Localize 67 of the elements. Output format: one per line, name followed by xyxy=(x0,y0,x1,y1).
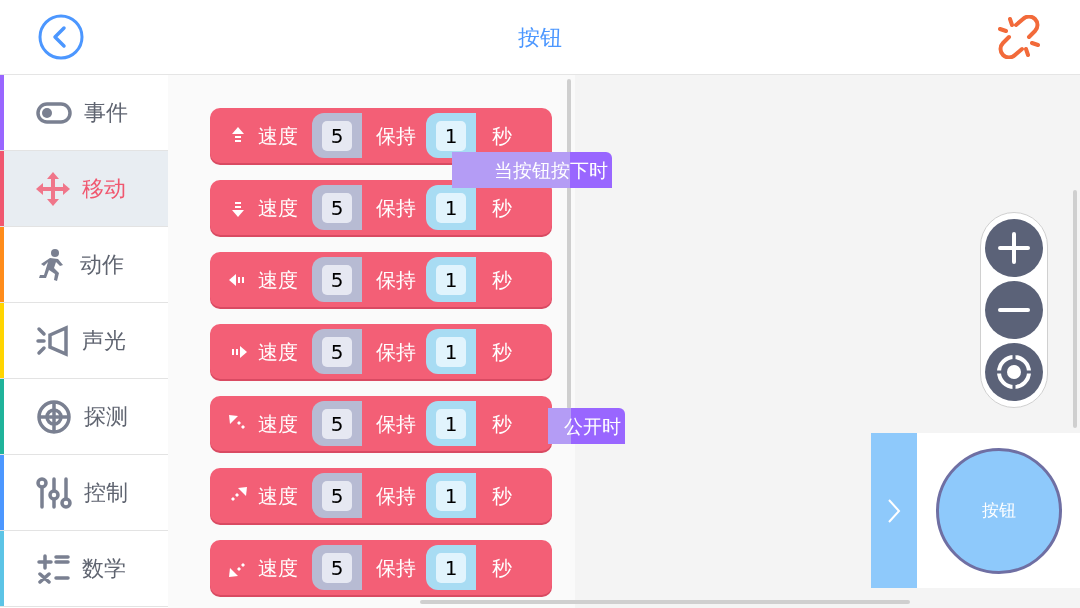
hold-label: 保持 xyxy=(376,194,416,222)
motion-block[interactable]: 速度 5 保持 1 秒 xyxy=(210,324,552,379)
seconds-label: 秒 xyxy=(492,122,512,150)
toggle-icon xyxy=(36,100,72,125)
speed-label: 速度 xyxy=(258,338,298,366)
speed-input[interactable]: 5 xyxy=(312,401,362,446)
speed-input[interactable]: 5 xyxy=(312,113,362,158)
hold-label: 保持 xyxy=(376,266,416,294)
duration-input[interactable]: 1 xyxy=(426,257,476,302)
speed-input[interactable]: 5 xyxy=(312,329,362,374)
arrow-right-icon xyxy=(229,343,247,360)
seconds-label: 秒 xyxy=(492,194,512,222)
zoom-in-icon[interactable] xyxy=(984,218,1044,278)
seconds-label: 秒 xyxy=(492,338,512,366)
arrow-up-icon xyxy=(230,126,246,145)
panel-toggle[interactable] xyxy=(871,433,917,588)
speed-label: 速度 xyxy=(258,122,298,150)
hold-label: 保持 xyxy=(376,554,416,582)
sliders-icon xyxy=(36,475,72,510)
speed-label: 速度 xyxy=(258,194,298,222)
event-block[interactable]: 公开时 xyxy=(548,408,625,444)
seconds-label: 秒 xyxy=(492,554,512,582)
duration-input[interactable]: 1 xyxy=(426,329,476,374)
motion-block[interactable]: 速度 5 保持 1 秒 xyxy=(210,396,552,451)
motion-block[interactable]: 速度 5 保持 1 秒 xyxy=(210,540,552,595)
hold-label: 保持 xyxy=(376,338,416,366)
duration-input[interactable]: 1 xyxy=(426,473,476,518)
motion-block[interactable]: 速度 5 保持 1 秒 xyxy=(210,180,552,235)
target-icon xyxy=(36,398,72,435)
speed-input[interactable]: 5 xyxy=(312,545,362,590)
seconds-label: 秒 xyxy=(492,266,512,294)
back-icon[interactable] xyxy=(38,14,84,60)
arrow-left-icon xyxy=(229,271,247,288)
category-tab[interactable]: 声光 xyxy=(0,303,168,379)
workspace-scrollbar[interactable] xyxy=(1073,190,1077,428)
speed-input[interactable]: 5 xyxy=(312,185,362,230)
speed-label: 速度 xyxy=(258,410,298,438)
speed-label: 速度 xyxy=(258,554,298,582)
speed-label: 速度 xyxy=(258,266,298,294)
move-arrows-icon xyxy=(36,171,70,206)
broken-link-icon[interactable] xyxy=(996,15,1042,59)
motion-block[interactable]: 速度 5 保持 1 秒 xyxy=(210,252,552,307)
category-tab[interactable]: 探测 xyxy=(0,379,168,455)
category-tab[interactable]: 数学 xyxy=(0,531,168,607)
category-tab[interactable]: 控制 xyxy=(0,455,168,531)
category-tab[interactable]: 动作 xyxy=(0,227,168,303)
duration-input[interactable]: 1 xyxy=(426,401,476,446)
duration-input[interactable]: 1 xyxy=(426,545,476,590)
duration-input[interactable]: 1 xyxy=(426,113,476,158)
speed-label: 速度 xyxy=(258,482,298,510)
seconds-label: 秒 xyxy=(492,482,512,510)
recenter-icon[interactable] xyxy=(984,342,1044,402)
hold-label: 保持 xyxy=(376,482,416,510)
seconds-label: 秒 xyxy=(492,410,512,438)
duration-input[interactable]: 1 xyxy=(426,185,476,230)
math-icon xyxy=(36,553,70,584)
category-tab[interactable]: 事件 xyxy=(0,75,168,151)
zoom-out-icon[interactable] xyxy=(984,280,1044,340)
speed-input[interactable]: 5 xyxy=(312,257,362,302)
chevron-right-icon xyxy=(887,497,901,524)
speed-input[interactable]: 5 xyxy=(312,473,362,518)
horizontal-scrollbar[interactable] xyxy=(420,600,910,604)
hold-label: 保持 xyxy=(376,410,416,438)
speaker-icon xyxy=(36,323,70,358)
motion-block[interactable]: 速度 5 保持 1 秒 xyxy=(210,468,552,523)
hold-label: 保持 xyxy=(376,122,416,150)
page-title: 按钮 xyxy=(518,23,562,52)
